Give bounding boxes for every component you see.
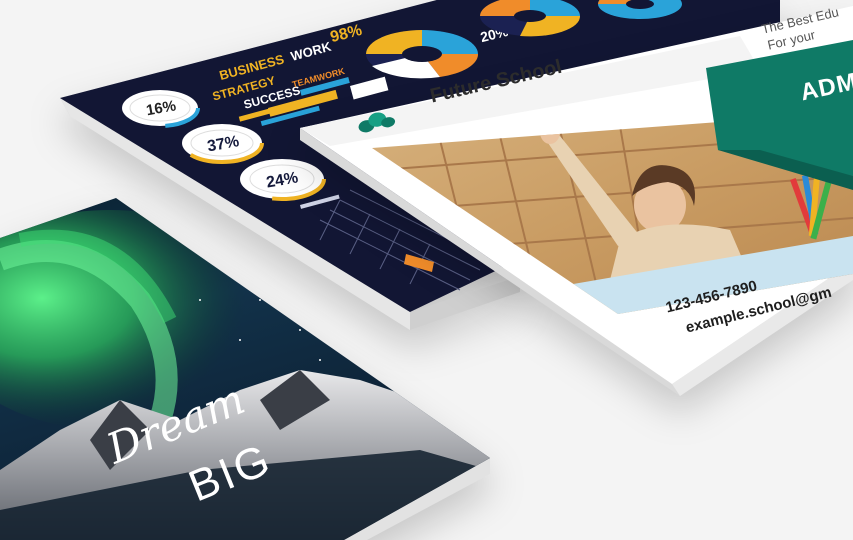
product-mockup-scene: 16% 37% 24% BUSINESS WORK STRATEGY SUCCE…: [0, 0, 853, 540]
